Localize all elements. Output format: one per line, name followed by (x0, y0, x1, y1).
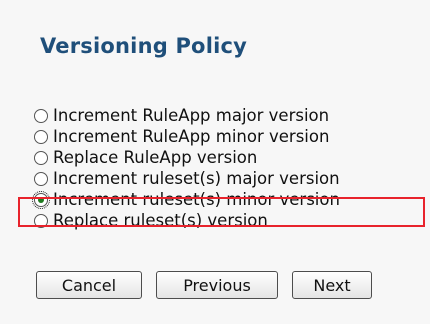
radio-increment-ruleset-minor[interactable] (32, 191, 50, 209)
option-label: Replace RuleApp version (53, 148, 258, 167)
option-increment-ruleset-major[interactable]: Increment ruleset(s) major version (34, 168, 414, 189)
option-increment-ruleapp-major[interactable]: Increment RuleApp major version (34, 105, 414, 126)
option-label: Increment RuleApp minor version (53, 127, 330, 146)
radio-increment-ruleapp-major[interactable] (34, 109, 48, 123)
cancel-button[interactable]: Cancel (36, 271, 142, 299)
option-label: Increment ruleset(s) minor version (53, 190, 340, 209)
option-replace-ruleapp[interactable]: Replace RuleApp version (34, 147, 414, 168)
option-replace-ruleset[interactable]: Replace ruleset(s) version (34, 210, 414, 231)
option-increment-ruleapp-minor[interactable]: Increment RuleApp minor version (34, 126, 414, 147)
radio-increment-ruleset-major[interactable] (34, 172, 48, 186)
option-label: Increment ruleset(s) major version (53, 169, 340, 188)
versioning-options: Increment RuleApp major version Incremen… (32, 105, 414, 231)
radio-increment-ruleapp-minor[interactable] (34, 130, 48, 144)
next-button[interactable]: Next (292, 271, 372, 299)
option-label: Increment RuleApp major version (53, 106, 330, 125)
radio-replace-ruleapp[interactable] (34, 151, 48, 165)
previous-button[interactable]: Previous (156, 271, 278, 299)
button-row: Cancel Previous Next (36, 271, 372, 299)
option-increment-ruleset-minor[interactable]: Increment ruleset(s) minor version (32, 189, 414, 210)
option-label: Replace ruleset(s) version (53, 211, 268, 230)
page-title: Versioning Policy (40, 34, 248, 58)
radio-replace-ruleset[interactable] (34, 214, 48, 228)
